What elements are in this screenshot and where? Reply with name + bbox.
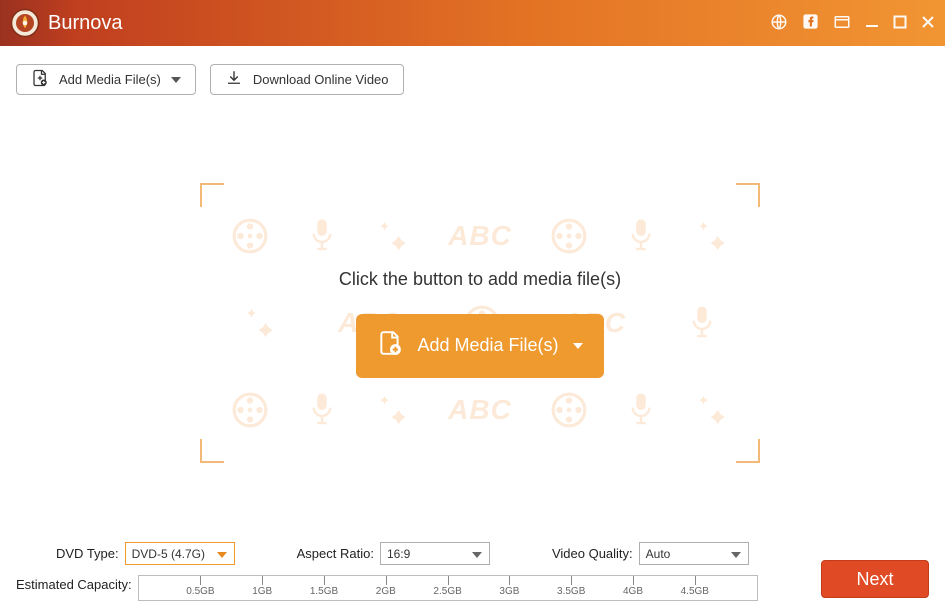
tick-label: 1.5GB — [310, 586, 338, 597]
tick-mark — [448, 576, 449, 585]
select-value: 16:9 — [387, 547, 410, 561]
app-title: Burnova — [48, 12, 123, 35]
main-area: ABC ABC ABC ABC Click t — [0, 113, 945, 547]
close-icon[interactable] — [921, 15, 935, 32]
file-plus-icon — [31, 69, 49, 90]
mic-icon — [307, 391, 337, 429]
tick-mark — [262, 576, 263, 585]
stars-icon — [695, 393, 729, 427]
titlebar-controls — [770, 13, 935, 34]
globe-icon[interactable] — [770, 13, 788, 34]
download-video-button[interactable]: Download Online Video — [210, 64, 404, 95]
dropzone[interactable]: ABC ABC ABC ABC Click t — [200, 183, 760, 463]
app-logo-icon — [10, 8, 40, 38]
aspect-ratio-label: Aspect Ratio: — [297, 546, 374, 561]
tick-label: 0.5GB — [186, 586, 214, 597]
select-value: DVD-5 (4.7G) — [132, 547, 205, 561]
video-quality-select[interactable]: Auto — [639, 542, 749, 565]
tick-label: 1GB — [252, 586, 272, 597]
reel-icon — [231, 217, 269, 255]
button-label: Add Media File(s) — [417, 335, 558, 356]
bottom-panel: DVD Type: DVD-5 (4.7G) Aspect Ratio: 16:… — [0, 530, 945, 616]
maximize-icon[interactable] — [893, 15, 907, 32]
reel-icon — [550, 217, 588, 255]
tick-mark — [324, 576, 325, 585]
aspect-ratio-select[interactable]: 16:9 — [380, 542, 490, 565]
reel-icon — [231, 391, 269, 429]
capacity-bar: 0.5GB 1GB 1.5GB 2GB 2.5GB 3GB 3.5GB 4GB 4.5GB — [138, 575, 758, 601]
abc-label: ABC — [448, 394, 512, 426]
dvd-type-label: DVD Type: — [56, 546, 119, 561]
reel-icon — [550, 391, 588, 429]
next-button[interactable]: Next — [821, 560, 929, 598]
download-icon — [225, 69, 243, 90]
chevron-down-icon — [217, 552, 227, 558]
menu-icon[interactable] — [833, 13, 851, 34]
button-label: Download Online Video — [253, 72, 389, 87]
facebook-icon[interactable] — [802, 13, 819, 33]
tick-label: 3.5GB — [557, 586, 585, 597]
tick-mark — [571, 576, 572, 585]
tick-label: 2.5GB — [433, 586, 461, 597]
abc-label: ABC — [448, 220, 512, 252]
toolbar: Add Media File(s) Download Online Video — [0, 46, 945, 113]
add-media-button[interactable]: Add Media File(s) — [16, 64, 196, 95]
chevron-down-icon — [731, 552, 741, 558]
tick-mark — [509, 576, 510, 585]
tick-label: 3GB — [499, 586, 519, 597]
titlebar: Burnova — [0, 0, 945, 46]
stars-icon — [376, 393, 410, 427]
tick-mark — [386, 576, 387, 585]
add-media-main-button[interactable]: Add Media File(s) — [356, 314, 604, 378]
stars-icon — [376, 219, 410, 253]
file-plus-icon — [377, 330, 403, 361]
tick-mark — [200, 576, 201, 585]
chevron-down-icon — [573, 343, 583, 349]
button-label: Add Media File(s) — [59, 72, 161, 87]
video-quality-label: Video Quality: — [552, 546, 633, 561]
minimize-icon[interactable] — [865, 15, 879, 32]
mic-icon — [307, 217, 337, 255]
capacity-label: Estimated Capacity: — [16, 575, 132, 592]
button-label: Next — [856, 569, 893, 589]
chevron-down-icon — [472, 552, 482, 558]
tick-label: 2GB — [376, 586, 396, 597]
mic-icon — [626, 391, 656, 429]
tick-mark — [633, 576, 634, 585]
tick-label: 4GB — [623, 586, 643, 597]
select-value: Auto — [646, 547, 671, 561]
mic-icon — [626, 217, 656, 255]
dvd-type-select[interactable]: DVD-5 (4.7G) — [125, 542, 235, 565]
dropzone-hint: Click the button to add media file(s) — [339, 269, 621, 290]
chevron-down-icon — [171, 77, 181, 83]
mic-icon — [687, 304, 717, 342]
stars-icon — [695, 219, 729, 253]
tick-mark — [695, 576, 696, 585]
tick-label: 4.5GB — [681, 586, 709, 597]
stars-icon — [243, 306, 277, 340]
